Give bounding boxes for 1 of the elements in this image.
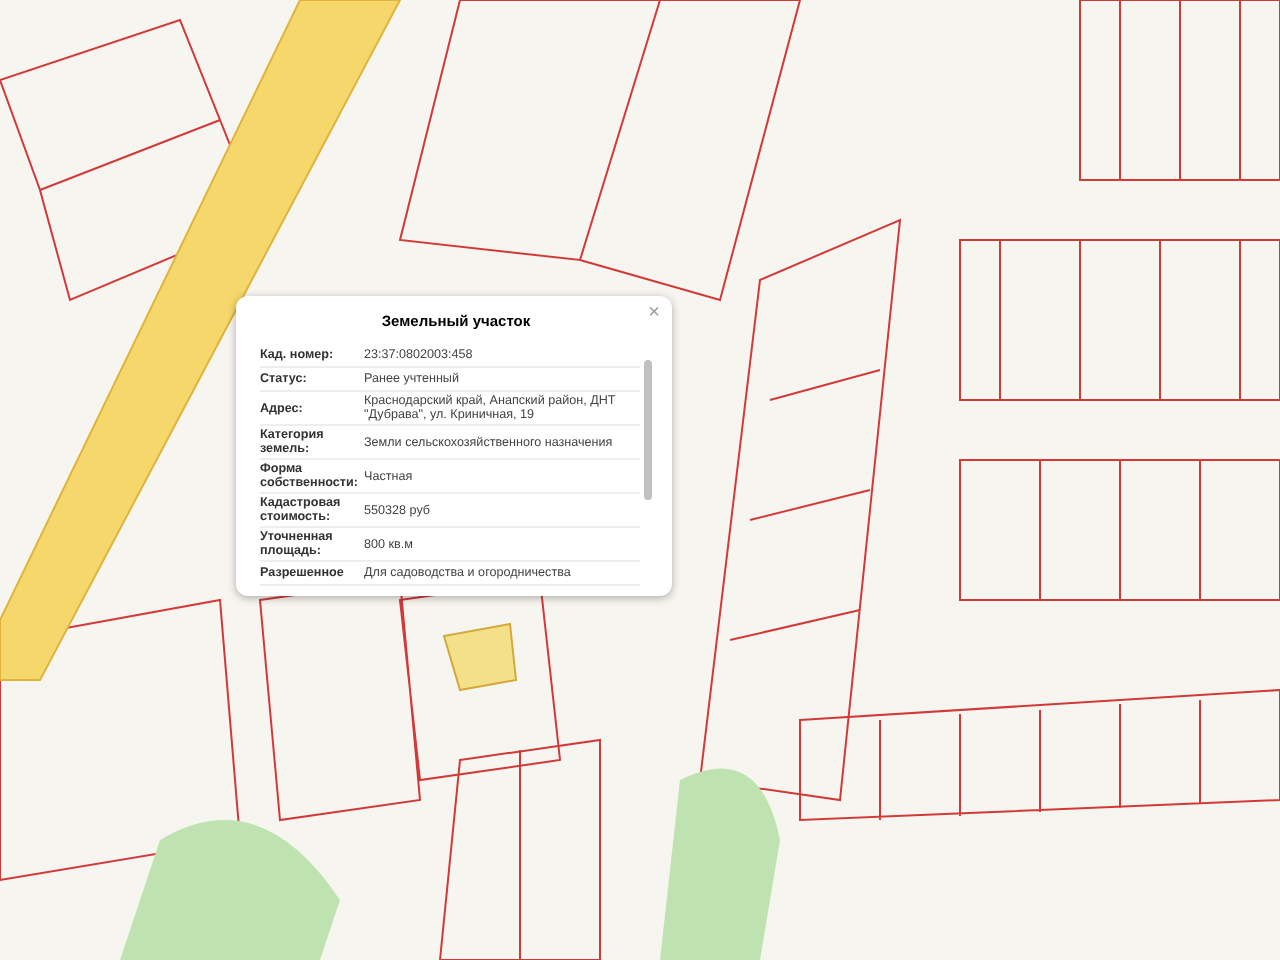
close-button[interactable]: × xyxy=(644,302,664,326)
